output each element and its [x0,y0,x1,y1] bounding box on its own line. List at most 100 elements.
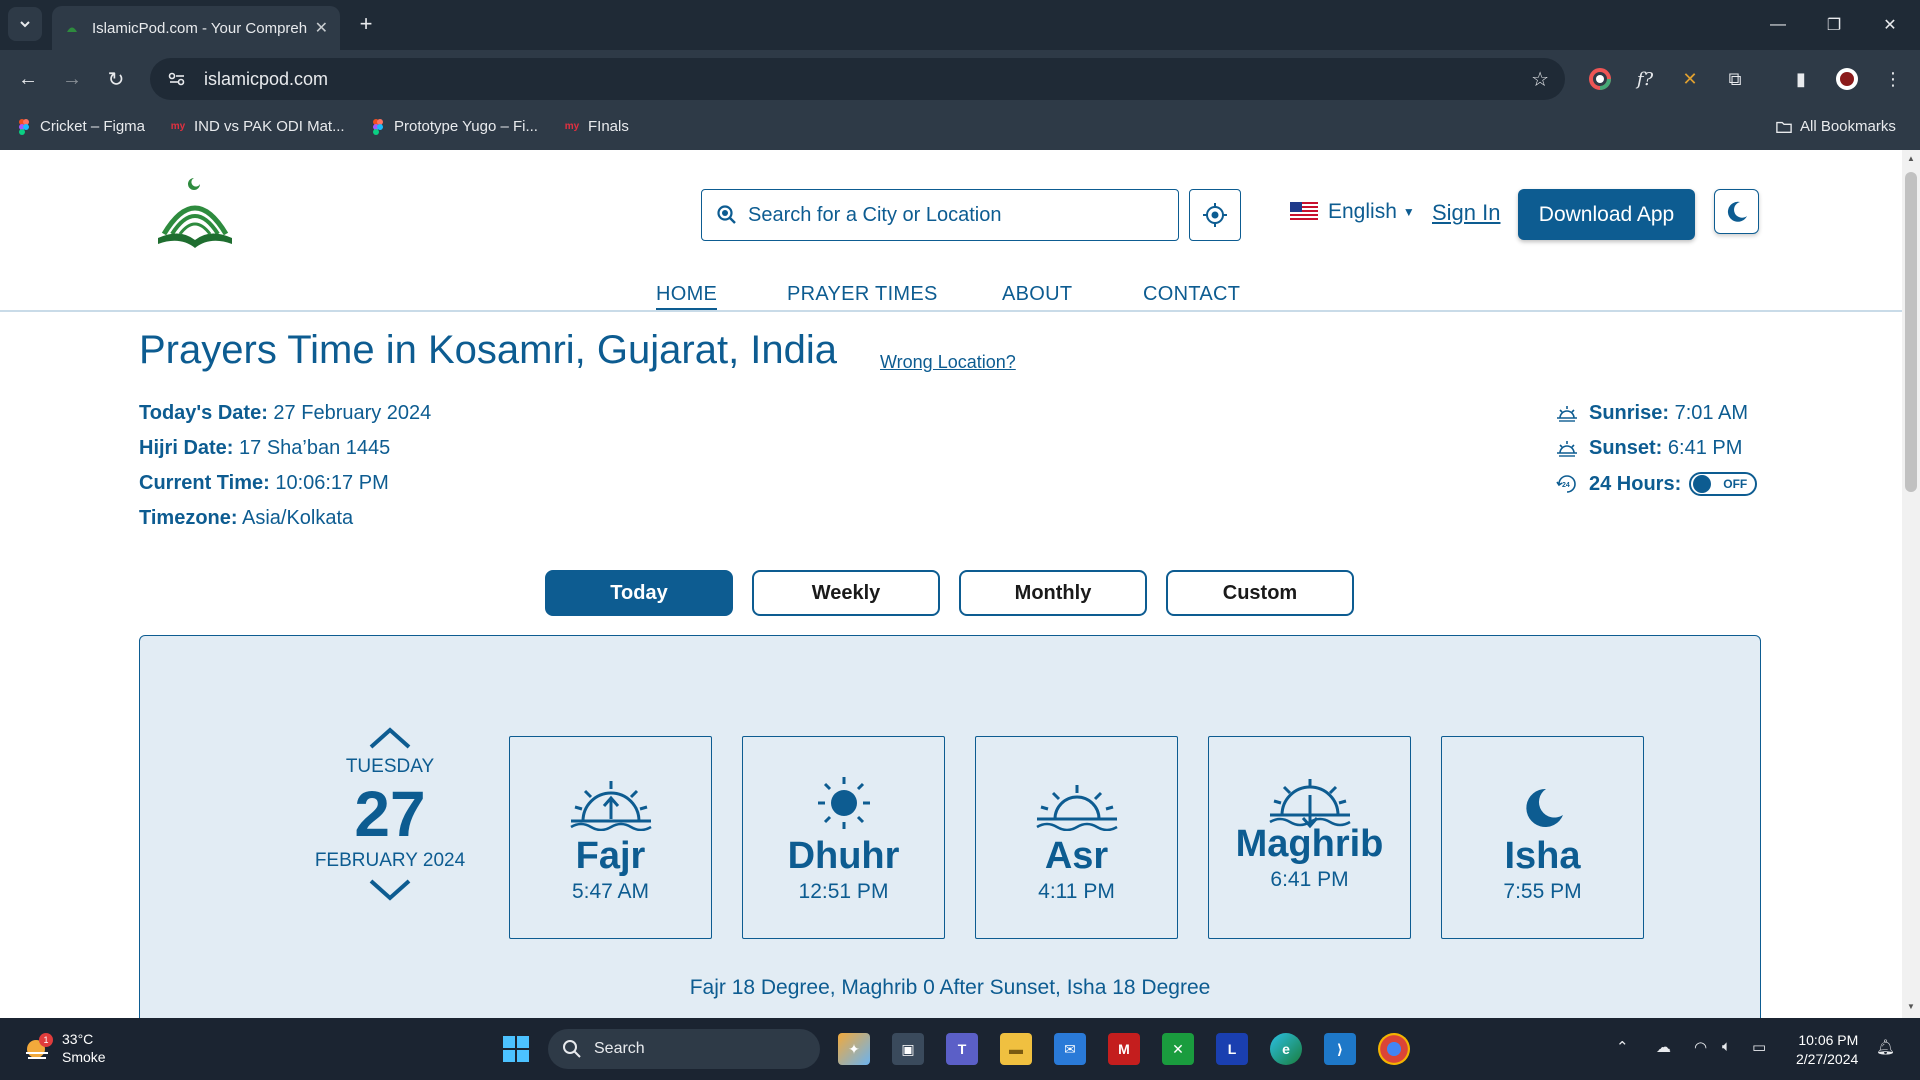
bookmark-label: FInals [588,118,629,135]
minimize-icon[interactable]: — [1750,0,1806,50]
bookmark-label: IND vs PAK ODI Mat... [194,118,345,135]
islamicpod-logo[interactable] [150,174,240,254]
info-value: 17 Sha’ban 1445 [239,437,391,459]
notification-bell-icon[interactable]: 🔔︎ [1876,1038,1895,1056]
edge-icon[interactable]: e [1270,1033,1302,1065]
us-flag-icon [1290,202,1318,222]
prayer-time: 5:47 AM [571,880,650,903]
tools-extension-icon[interactable]: ✕ [1677,66,1703,92]
prayer-name: Dhuhr [787,835,900,877]
nav-home[interactable]: HOME [656,283,718,311]
figma-icon [370,118,386,135]
all-bookmarks[interactable]: All Bookmarks [1776,118,1896,135]
bookmark-item[interactable]: my IND vs PAK ODI Mat... [170,118,345,135]
extensions-puzzle-icon[interactable]: ⧉ [1722,66,1748,92]
mail-icon[interactable]: ✉ [1054,1033,1086,1065]
sunset-arrow-icon [1209,759,1410,829]
wifi-icon[interactable]: ◠ [1694,1038,1707,1056]
prayer-name: Maghrib [1235,823,1384,865]
battery-icon[interactable]: ▭ [1752,1038,1766,1056]
24-hours-label: 24 Hours: [1589,472,1682,495]
prayer-time: 7:55 PM [1503,880,1582,903]
dark-mode-toggle[interactable] [1714,189,1759,234]
tab-weekly[interactable]: Weekly [752,570,940,616]
nav-about[interactable]: ABOUT [1002,283,1072,306]
nav-contact[interactable]: CONTACT [1143,283,1240,306]
volume-icon[interactable]: 🔈︎ [1722,1038,1731,1055]
back-icon[interactable]: ← [12,63,44,95]
search-icon [563,1040,581,1058]
page-scrollbar[interactable]: ▲ ▼ [1902,150,1920,1018]
vscode-icon[interactable]: ⟩ [1324,1033,1356,1065]
sunset-value: 6:41 PM [1667,437,1743,459]
clock-date: 2/27/2024 [1796,1051,1859,1067]
sun-icon [743,761,944,831]
side-panel-icon[interactable]: ▮ [1788,66,1814,92]
forward-icon[interactable]: → [56,63,88,95]
browser-tab[interactable]: IslamicPod.com - Your Compreh ✕ [52,6,340,50]
prayer-name: Isha [1504,835,1581,877]
chrome-icon[interactable] [1378,1033,1410,1065]
bookmark-item[interactable]: Cricket – Figma [16,118,145,135]
window-close-icon[interactable]: ✕ [1862,0,1918,50]
windows-start-icon[interactable] [500,1033,532,1065]
prayer-time: 12:51 PM [798,880,889,903]
tab-search-button[interactable] [8,7,42,41]
next-day-button[interactable] [290,878,490,902]
menu-kebab-icon[interactable]: ⋮ [1880,66,1906,92]
tab-title: IslamicPod.com - Your Compreh [92,19,308,37]
figma-icon [16,118,32,135]
file-explorer-icon[interactable]: ▬ [1000,1033,1032,1065]
wrong-location-link[interactable]: Wrong Location? [880,352,1016,373]
weather-badge: 1 [44,1035,49,1045]
restore-icon[interactable]: ❐ [1806,0,1862,50]
tab-monthly[interactable]: Monthly [959,570,1147,616]
sunrise-label: Sunrise: [1589,402,1670,424]
weather-widget[interactable]: 1 33°C Smoke [22,1030,106,1066]
bookmark-star-icon[interactable]: ☆ [1531,67,1549,92]
cloud-offline-icon[interactable]: ☁ [1656,1038,1671,1056]
new-tab-icon[interactable]: + [352,10,380,38]
task-view-icon[interactable]: ▣ [892,1033,924,1065]
bookmark-item[interactable]: my FInals [564,118,629,135]
system-clock[interactable]: 10:06 PM 2/27/2024 [1796,1031,1858,1069]
caret-down-icon: ▼ [1402,205,1415,219]
show-hidden-icons[interactable]: ⌃ [1616,1038,1629,1056]
xbox-icon[interactable]: ✕ [1162,1033,1194,1065]
previous-day-button[interactable] [290,726,490,750]
teams-chat-icon[interactable]: T [946,1033,978,1065]
scroll-down-icon[interactable]: ▼ [1907,1002,1915,1011]
reload-icon[interactable]: ↻ [100,63,132,95]
language-selector[interactable]: English ▼ [1290,200,1415,224]
address-bar[interactable]: islamicpod.com ☆ [150,58,1565,100]
profile-avatar-icon[interactable] [1834,66,1860,92]
day-selector: TUESDAY 27 FEBRUARY 2024 [290,726,490,902]
color-extension-icon[interactable] [1587,66,1613,92]
nav-divider [0,310,1902,312]
bookmark-item[interactable]: Prototype Yugo – Fi... [370,118,538,135]
detect-location-button[interactable] [1189,189,1241,241]
tab-custom[interactable]: Custom [1166,570,1354,616]
24-hours-row: 24 24 Hours: OFF [1555,472,1758,496]
my-icon: my [564,121,580,132]
taskbar-search[interactable]: Search [548,1029,820,1069]
chevron-down-icon [369,879,411,901]
tab-close-icon[interactable]: ✕ [315,18,328,38]
site-settings-icon[interactable] [162,64,192,94]
tab-today[interactable]: Today [545,570,733,616]
download-app-button[interactable]: Download App [1518,189,1695,240]
islamicpod-favicon-icon [64,20,80,36]
scrollbar-thumb[interactable] [1905,172,1917,492]
chevron-up-icon [369,727,411,749]
moon-icon [1442,761,1643,831]
city-search-box[interactable] [701,189,1179,241]
nav-prayer-times[interactable]: PRAYER TIMES [787,283,938,306]
mcafee-icon[interactable]: M [1108,1033,1140,1065]
formula-extension-icon[interactable]: f? [1632,66,1658,92]
scroll-up-icon[interactable]: ▲ [1907,154,1915,163]
24-hours-toggle[interactable]: OFF [1689,472,1758,496]
sign-in-link[interactable]: Sign In [1432,200,1501,226]
copilot-icon[interactable]: ✦ [838,1033,870,1065]
l-app-icon[interactable]: L [1216,1033,1248,1065]
city-search-input[interactable] [748,203,1148,227]
